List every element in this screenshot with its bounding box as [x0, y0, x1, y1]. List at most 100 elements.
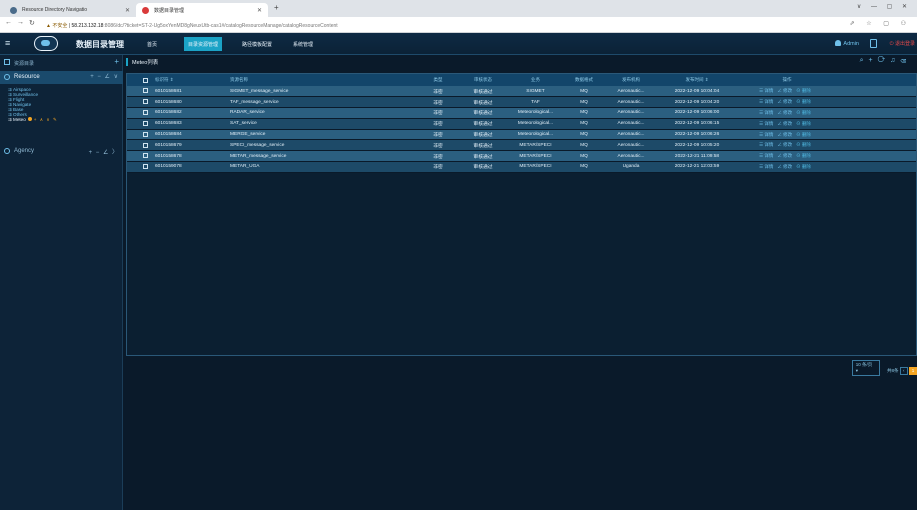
row-spacer	[127, 86, 137, 98]
header-id[interactable]: 标识符 ⇕	[153, 74, 228, 86]
logout-button[interactable]: ⏻ 退出登录	[890, 40, 915, 47]
app-title: 数据目录管理	[76, 40, 124, 49]
detail-button[interactable]: ☰ 详情	[759, 142, 773, 147]
nav-home[interactable]: 首页	[143, 37, 161, 51]
sidebar-item-agency[interactable]: Agency + − ∠ 〉	[0, 145, 123, 157]
cell-business: Meteorological...	[508, 118, 563, 130]
row-checkbox[interactable]	[142, 99, 148, 105]
cell-status: 审核通过	[458, 96, 508, 109]
bell-icon[interactable]: ♫	[890, 57, 900, 64]
forward-icon[interactable]: →	[17, 19, 24, 26]
cell-business: METAR/SPECI	[508, 161, 563, 173]
new-tab-button[interactable]: +	[274, 3, 279, 12]
table-toolbar[interactable]: ⌕+⟳♫⌫	[860, 57, 911, 65]
row-select-cell[interactable]	[137, 107, 153, 119]
table-row[interactable]: 6010158684 MERGE_service 非密 审核通过 Meteorologi…	[127, 129, 916, 141]
delete-button[interactable]: ⊖ 删除	[796, 142, 811, 147]
row-checkbox[interactable]	[142, 153, 148, 159]
window-controls[interactable]: ∨ — ▢ ✕	[857, 3, 911, 10]
agency-actions[interactable]: + − ∠ 〉	[89, 147, 119, 156]
nav-path-template[interactable]: 路径模板配置	[238, 37, 276, 51]
edit-button[interactable]: ∠ 修改	[777, 164, 792, 169]
delete-button[interactable]: ⊖ 删除	[796, 110, 811, 115]
table-row[interactable]: 6010159078 METAR_UGA 非密 审核通过 METAR/SPECI MQ Ug…	[127, 161, 916, 173]
edit-button[interactable]: ∠ 修改	[777, 132, 792, 137]
detail-button[interactable]: ☰ 详情	[759, 121, 773, 126]
header-status: 审核状态	[458, 74, 508, 86]
select-all-checkbox[interactable]	[142, 77, 148, 83]
row-select-cell[interactable]	[137, 86, 153, 98]
row-checkbox[interactable]	[142, 120, 148, 126]
edit-button[interactable]: ∠ 修改	[777, 153, 792, 158]
cell-org: Aeronautic...	[605, 86, 657, 98]
row-checkbox[interactable]	[142, 88, 148, 94]
back-icon[interactable]: ←	[5, 19, 12, 26]
detail-button[interactable]: ☰ 详情	[759, 110, 773, 115]
user-name: Admin	[843, 41, 859, 47]
table-row[interactable]: 6010158679 SPECI_message_service 非密 审核通过 MET…	[127, 139, 916, 152]
row-checkbox[interactable]	[142, 164, 148, 170]
edit-button[interactable]: ∠ 修改	[777, 142, 792, 147]
nav-catalog-resource[interactable]: 目录资源管理	[184, 37, 223, 51]
delete-button[interactable]: ⊖ 删除	[796, 88, 811, 93]
row-checkbox[interactable]	[142, 131, 148, 137]
browser-toolbar-icons[interactable]: ⇗ ☆ ▢ ⚇	[850, 20, 911, 27]
trash-icon[interactable]: ⌫	[900, 57, 911, 64]
detail-button[interactable]: ☰ 详情	[759, 99, 773, 104]
detail-button[interactable]: ☰ 详情	[759, 164, 773, 169]
row-checkbox[interactable]	[142, 142, 148, 148]
close-tab-icon[interactable]: ✕	[257, 7, 262, 14]
edit-button[interactable]: ∠ 修改	[777, 121, 792, 126]
add-catalog-button[interactable]: +	[114, 57, 119, 66]
nav-system-admin[interactable]: 系统管理	[289, 37, 317, 51]
header-select-all[interactable]	[137, 74, 153, 86]
detail-button[interactable]: ☰ 详情	[759, 153, 773, 158]
prev-page-button[interactable]: ‹	[899, 366, 908, 375]
cell-id: 6010158678	[153, 150, 228, 163]
delete-button[interactable]: ⊖ 删除	[796, 132, 811, 137]
table-row[interactable]: 6010158683 SAT_service 非密 审核通过 Meteorologica…	[127, 118, 916, 130]
url-input[interactable]: ▲ 不安全 | 58.213.132.18:8086/dc/?ticket=ST…	[46, 20, 836, 30]
page-size-select[interactable]: 10 条/页 ▾	[851, 360, 880, 376]
page-current[interactable]: 1	[909, 366, 917, 375]
add-icon[interactable]: +	[869, 57, 878, 64]
meteo-actions[interactable]: + ∧ ∨ ✎	[34, 117, 58, 122]
search-icon[interactable]: ⌕	[860, 57, 869, 64]
user-menu[interactable]: Admin	[835, 40, 859, 47]
close-tab-icon[interactable]: ✕	[125, 7, 130, 14]
cell-org: Aeronautic...	[605, 150, 657, 163]
row-select-cell[interactable]	[137, 118, 153, 130]
hamburger-menu-icon[interactable]: ≡	[5, 38, 10, 48]
delete-button[interactable]: ⊖ 删除	[796, 153, 811, 158]
resource-actions[interactable]: + − ∠ ∨	[90, 73, 119, 80]
delete-button[interactable]: ⊖ 删除	[796, 121, 811, 126]
document-icon[interactable]	[870, 39, 877, 48]
header-time[interactable]: 发布时间 ⇕	[657, 74, 737, 86]
browser-tab-resource-directory[interactable]: Resource Directory Navigatio ✕	[4, 3, 136, 17]
delete-button[interactable]: ⊖ 删除	[796, 99, 811, 104]
insecure-warning: ▲ 不安全	[46, 23, 68, 29]
row-select-cell[interactable]	[137, 96, 153, 109]
browser-tab-data-catalog[interactable]: 数据目录管理 ✕	[136, 3, 268, 17]
table-row[interactable]: 6010158682 RADAR_service 非密 审核通过 Meteorologi…	[127, 107, 916, 119]
edit-button[interactable]: ∠ 修改	[777, 88, 792, 93]
row-select-cell[interactable]	[137, 139, 153, 152]
row-select-cell[interactable]	[137, 161, 153, 173]
header-spacer	[127, 74, 137, 86]
tree-node-meteo[interactable]: ⇉Meteo + ∧ ∨ ✎	[8, 117, 120, 122]
reload-icon[interactable]: ↻	[29, 19, 35, 27]
row-select-cell[interactable]	[137, 150, 153, 163]
row-checkbox[interactable]	[142, 110, 148, 116]
edit-button[interactable]: ∠ 修改	[777, 99, 792, 104]
table-row[interactable]: 6010158678 METAR_message_service 非密 审核通过 MET…	[127, 150, 916, 163]
detail-button[interactable]: ☰ 详情	[759, 88, 773, 93]
table-row[interactable]: 6010158681 SIGMET_message_service 非密 审核通过 SI…	[127, 86, 916, 98]
edit-button[interactable]: ∠ 修改	[777, 110, 792, 115]
detail-button[interactable]: ☰ 详情	[759, 132, 773, 137]
sidebar-item-resource[interactable]: Resource + − ∠ ∨	[0, 71, 123, 84]
delete-button[interactable]: ⊖ 删除	[796, 164, 811, 169]
refresh-icon[interactable]: ⟳	[878, 57, 891, 64]
row-select-cell[interactable]	[137, 129, 153, 141]
table-row[interactable]: 6010158680 TAF_message_service 非密 审核通过 TAF MQ…	[127, 96, 916, 109]
cell-actions: ☰ 详情 ∠ 修改 ⊖ 删除	[737, 129, 837, 141]
